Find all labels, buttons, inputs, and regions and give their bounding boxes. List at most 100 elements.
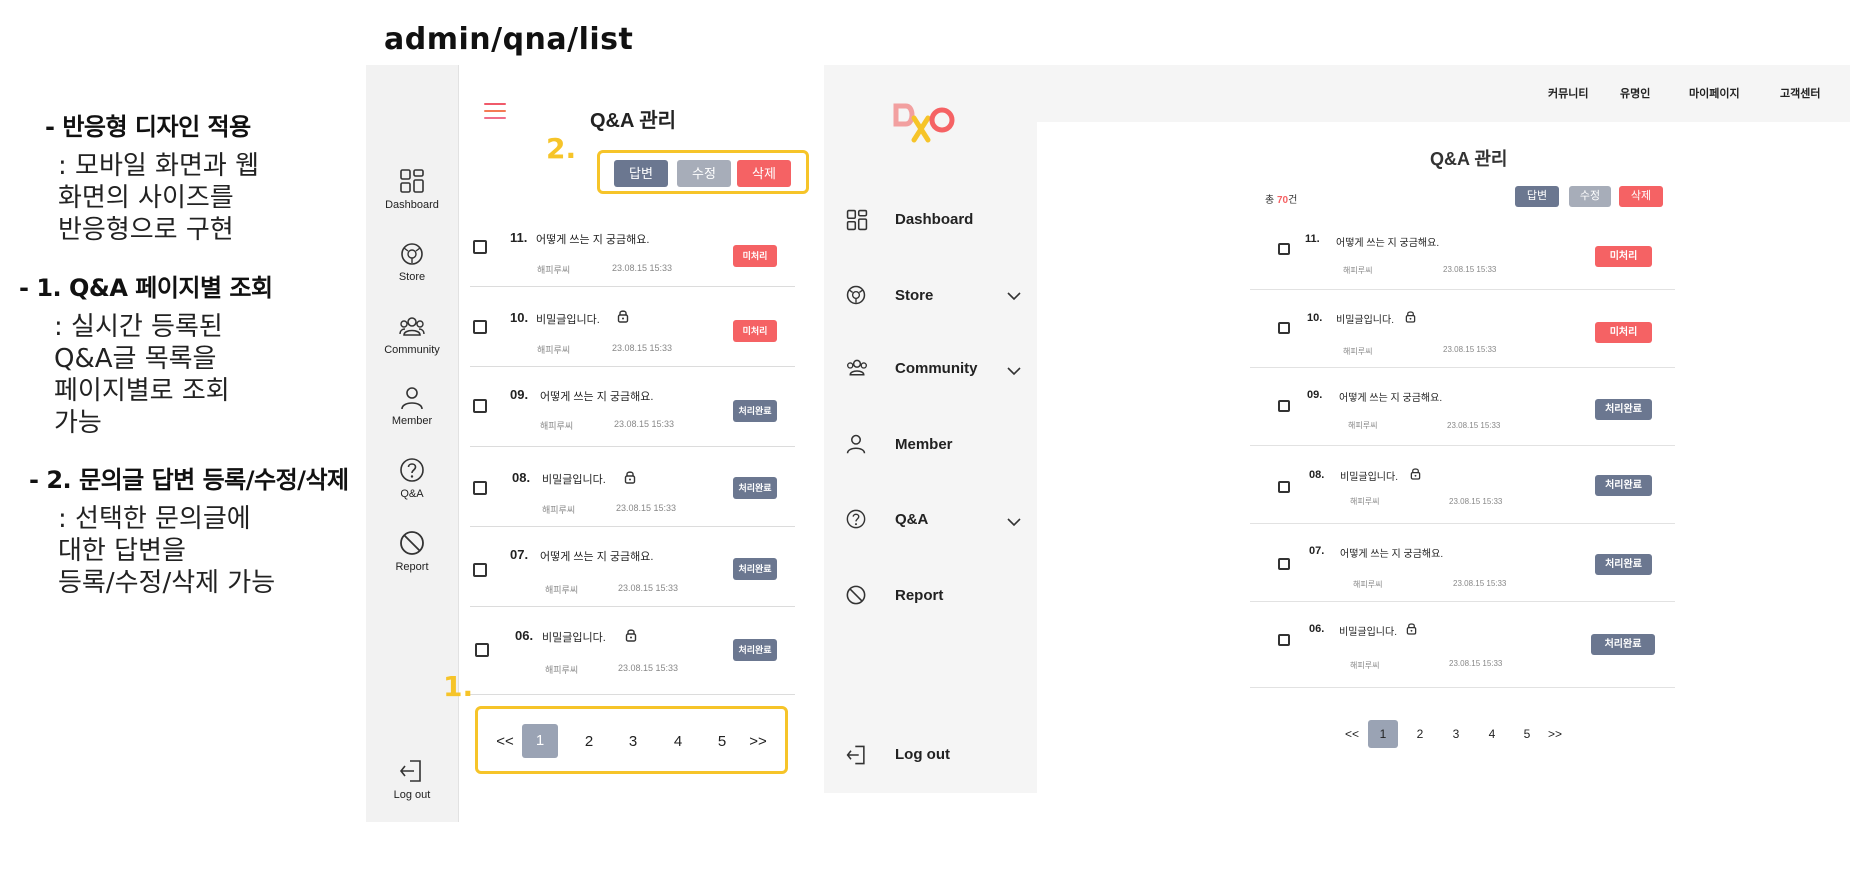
rail-label: Dashboard [385,199,439,211]
row-title[interactable]: 어떻게 쓰는 지 궁금해요. [536,231,649,247]
rail-label: Report [395,561,429,573]
pagination-page-4[interactable]: 4 [667,733,689,750]
answer-button[interactable]: 답변 [614,160,668,187]
lock-icon [1410,468,1421,480]
table-row[interactable]: 09. 어떻게 쓰는 지 궁금해요. 해피루씨 23.08.15 15:33 처… [1250,367,1675,446]
row-number: 08. [1309,469,1325,481]
row-title[interactable]: 어떻게 쓰는 지 궁금해요. [540,388,653,404]
row-checkbox[interactable] [1278,400,1290,412]
rail-item-store[interactable]: Store [366,241,458,283]
rail-item-dashboard[interactable]: Dashboard [366,167,458,211]
lock-icon [617,310,629,323]
row-author: 해피루씨 [545,585,579,595]
row-title[interactable]: 어떻게 쓰는 지 궁금해요. [1340,545,1443,560]
row-title[interactable]: 어떻게 쓰는 지 궁금해요. [1339,389,1442,404]
web-delete-button[interactable]: 삭제 [1619,186,1663,207]
web-pagination-next[interactable]: >> [1545,727,1565,741]
web-answer-button[interactable]: 답변 [1515,186,1559,207]
pagination-page-3[interactable]: 3 [622,733,644,750]
pagination-page-2[interactable]: 2 [578,733,600,750]
topnav-celebrity[interactable]: 유명인 [1620,85,1650,101]
status-badge: 미처리 [1595,322,1652,343]
rail-label: Member [391,415,433,427]
member-icon [846,434,866,454]
web-pagination-page-4[interactable]: 4 [1484,727,1500,741]
row-checkbox[interactable] [473,399,487,413]
row-title[interactable]: 비밀글입니다. [542,629,606,645]
row-checkbox[interactable] [1278,481,1290,493]
table-row[interactable]: 07. 어떻게 쓰는 지 궁금해요. 해피루씨 23.08.15 15:33 처… [470,526,795,607]
status-badge: 처리완료 [733,558,777,580]
row-date: 23.08.15 15:33 [618,583,679,593]
hamburger-menu-icon[interactable] [484,103,506,121]
rail-item-logout[interactable]: Log out [366,757,458,801]
rail-item-community[interactable]: Community [366,314,458,356]
chevron-down-icon[interactable] [1006,517,1022,527]
row-number: 08. [512,470,531,485]
topnav-community[interactable]: 커뮤니티 [1548,85,1588,101]
row-date: 23.08.15 15:33 [1449,659,1503,668]
web-pagination-page-3[interactable]: 3 [1448,727,1464,741]
row-title[interactable]: 비밀글입니다. [1336,311,1394,326]
row-checkbox[interactable] [1278,322,1290,334]
row-author: 해피루씨 [1343,347,1373,356]
pagination-prev[interactable]: << [494,733,516,750]
row-checkbox[interactable] [473,240,487,254]
table-row[interactable]: 11. 어떻게 쓰는 지 궁금해요. 해피루씨 23.08.15 15:33 미… [470,206,795,287]
table-row[interactable]: 08. 비밀글입니다. 해피루씨 23.08.15 15:33 처리완료 [470,446,795,527]
row-title[interactable]: 비밀글입니다. [1339,623,1397,638]
pagination-page-5[interactable]: 5 [711,733,733,750]
web-pagination-page-2[interactable]: 2 [1412,727,1428,741]
table-row[interactable]: 11. 어떻게 쓰는 지 궁금해요. 해피루씨 23.08.15 15:33 미… [1250,211,1675,290]
web-sidebar [824,65,1037,793]
note-heading-paging: - 1. Q&A 페이지별 조회 [19,274,273,302]
row-author: 해피루씨 [537,345,571,355]
topnav-support[interactable]: 고객센터 [1780,85,1820,101]
pagination-next[interactable]: >> [746,733,770,750]
row-title[interactable]: 어떻게 쓰는 지 궁금해요. [1336,234,1439,249]
status-badge: 미처리 [733,320,777,342]
row-checkbox[interactable] [475,643,489,657]
logout-icon [399,760,421,782]
rail-item-member[interactable]: Member [366,385,458,427]
rail-label: Q&A [400,488,424,500]
row-title[interactable]: 비밀글입니다. [542,471,606,487]
row-title[interactable]: 어떻게 쓰는 지 궁금해요. [540,548,653,564]
rail-item-report[interactable]: Report [366,529,458,573]
topnav-mypage[interactable]: 마이페이지 [1689,85,1740,101]
table-row[interactable]: 09. 어떻게 쓰는 지 궁금해요. 해피루씨 23.08.15 15:33 처… [470,366,795,447]
web-pagination-prev[interactable]: << [1343,727,1361,741]
web-edit-button[interactable]: 수정 [1569,186,1611,207]
chevron-down-icon[interactable] [1006,291,1022,301]
table-row[interactable]: 07. 어떻게 쓰는 지 궁금해요. 해피루씨 23.08.15 15:33 처… [1250,523,1675,602]
web-pagination-page-5[interactable]: 5 [1519,727,1535,741]
table-row[interactable]: 10. 비밀글입니다. 해피루씨 23.08.15 15:33 미처리 [470,286,795,367]
row-checkbox[interactable] [1278,634,1290,646]
table-row[interactable]: 10. 비밀글입니다. 해피루씨 23.08.15 15:33 미처리 [1250,289,1675,368]
page-path-title: admin/qna/list [384,22,634,57]
status-badge: 처리완료 [1595,399,1652,420]
status-badge: 미처리 [733,245,777,267]
table-row[interactable]: 06. 비밀글입니다. 해피루씨 23.08.15 15:33 처리완료 [470,606,795,695]
row-date: 23.08.15 15:33 [612,343,673,353]
chevron-down-icon[interactable] [1006,366,1022,376]
row-title[interactable]: 비밀글입니다. [1340,468,1398,483]
row-checkbox[interactable] [1278,243,1290,255]
table-row[interactable]: 08. 비밀글입니다. 해피루씨 23.08.15 15:33 처리완료 [1250,445,1675,524]
web-pagination-page-1[interactable]: 1 [1368,720,1398,748]
edit-button[interactable]: 수정 [677,160,731,187]
row-title[interactable]: 비밀글입니다. [536,311,600,327]
row-checkbox[interactable] [473,320,487,334]
row-checkbox[interactable] [473,481,487,495]
note-body-responsive: : 모바일 화면과 웹 화면의 사이즈를 반응형으로 구현 [58,151,259,245]
row-date: 23.08.15 15:33 [1447,421,1501,430]
delete-button[interactable]: 삭제 [737,160,791,187]
pagination-page-1[interactable]: 1 [522,724,558,758]
table-row[interactable]: 06. 비밀글입니다. 해피루씨 23.08.15 15:33 처리완료 [1250,601,1675,688]
store-icon [401,243,423,265]
row-author: 해피루씨 [540,421,574,431]
rail-item-qna[interactable]: Q&A [366,456,458,500]
row-checkbox[interactable] [1278,558,1290,570]
row-number: 07. [1309,545,1325,557]
row-checkbox[interactable] [473,563,487,577]
